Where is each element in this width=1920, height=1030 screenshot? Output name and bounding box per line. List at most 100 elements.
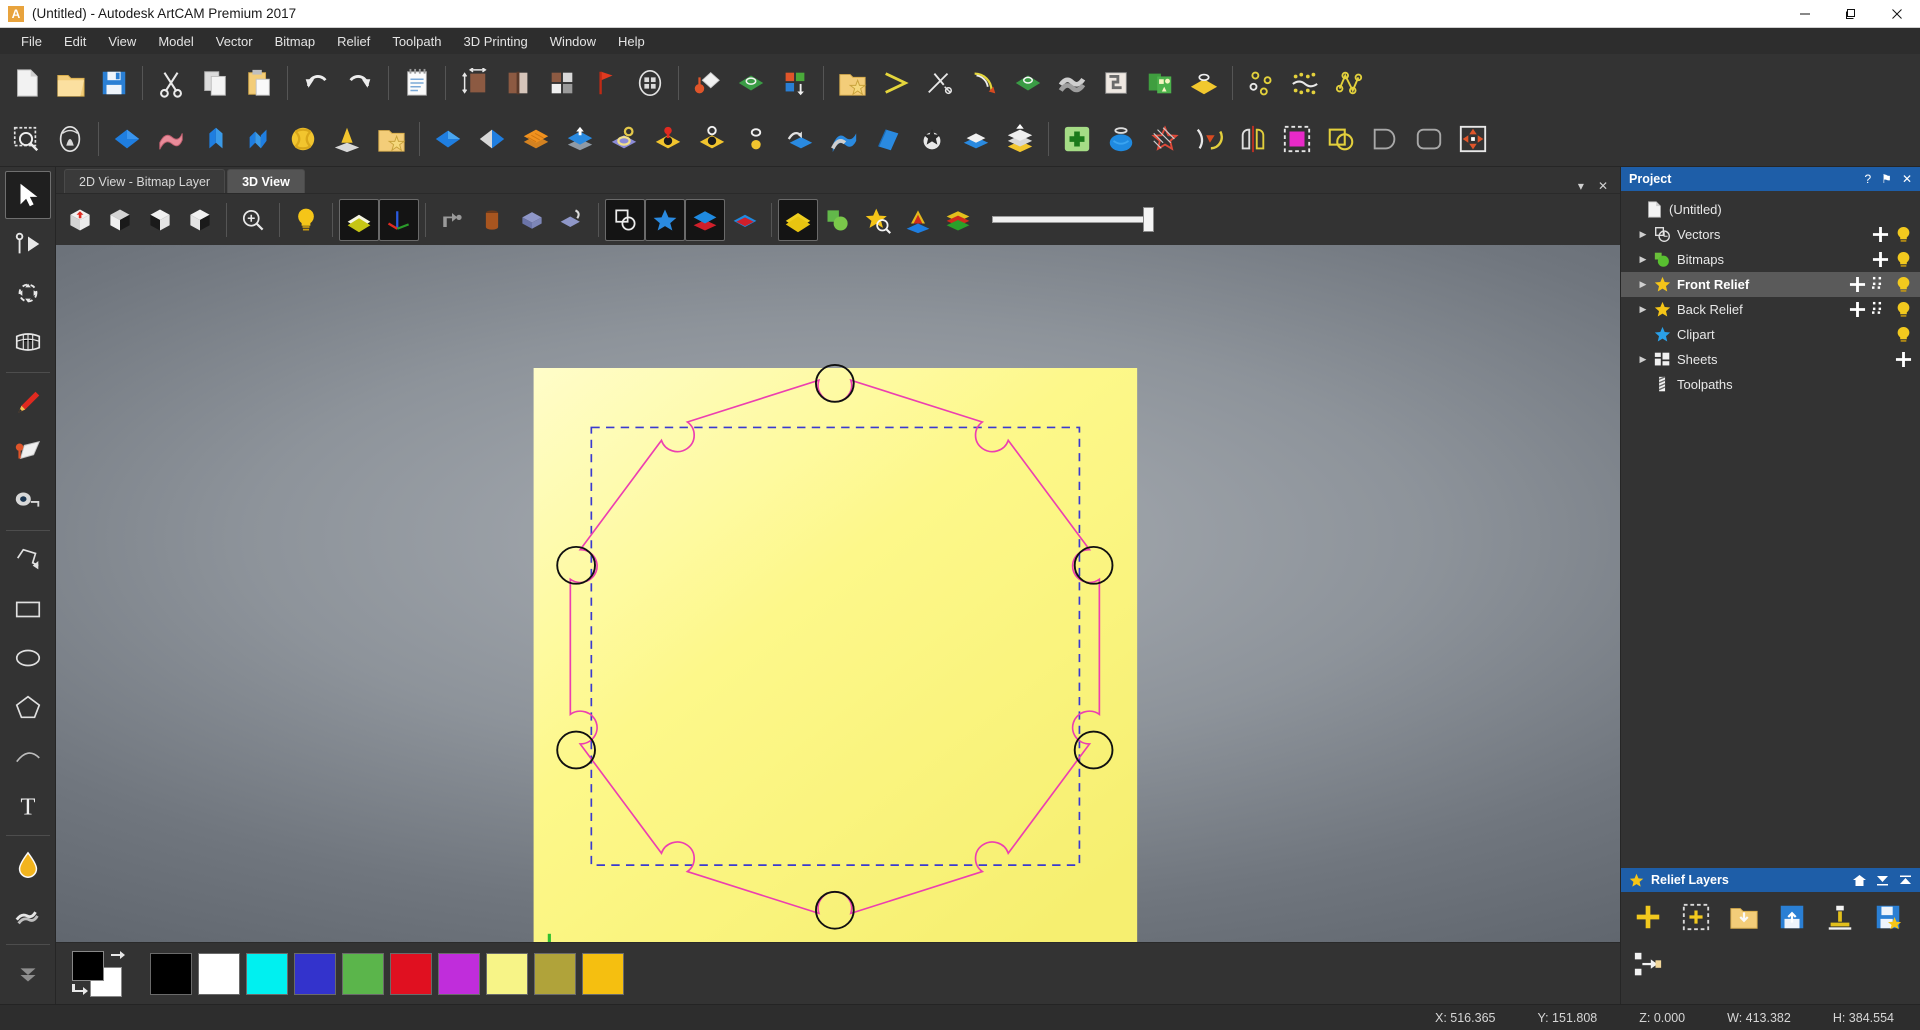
vase-button[interactable]: [1099, 116, 1143, 162]
palette-swatch-green[interactable]: [342, 952, 384, 995]
project-item-untitled[interactable]: (Untitled): [1621, 197, 1920, 222]
expand-arrow[interactable]: ▶: [1635, 254, 1651, 265]
menu-item-bitmap[interactable]: Bitmap: [264, 30, 326, 53]
smooth-relief-button[interactable]: [778, 116, 822, 162]
project-item-toolpaths[interactable]: Toolpaths: [1621, 372, 1920, 397]
visibility-bulb-icon[interactable]: [1895, 301, 1912, 318]
menu-item-view[interactable]: View: [97, 30, 147, 53]
project-item-back-relief[interactable]: ▶ Back Relief: [1621, 297, 1920, 322]
paste-button[interactable]: [237, 60, 281, 106]
add-layer-icon[interactable]: [1849, 276, 1866, 293]
flat-relief-button[interactable]: [954, 116, 998, 162]
stripes-button[interactable]: [514, 116, 558, 162]
fold-relief-button[interactable]: [866, 116, 910, 162]
view-tab-2d[interactable]: 2D View - Bitmap Layer: [64, 169, 226, 193]
dot-button[interactable]: [734, 116, 778, 162]
home-icon[interactable]: [1853, 874, 1866, 886]
vector-trim-button[interactable]: [918, 60, 962, 106]
model-preview-button[interactable]: [628, 60, 672, 106]
foreground-background-colors[interactable]: [70, 950, 128, 997]
model-layers-button[interactable]: [540, 60, 584, 106]
visibility-bulb-icon[interactable]: [1895, 276, 1912, 293]
collapse-down-icon[interactable]: [1876, 875, 1889, 886]
tool-fill-tool[interactable]: [5, 841, 51, 889]
sheet-layout-button[interactable]: [1138, 60, 1182, 106]
move-tool-button[interactable]: [1451, 116, 1495, 162]
menu-item-help[interactable]: Help: [607, 30, 656, 53]
project-close-icon[interactable]: ✕: [1902, 172, 1912, 186]
grid-icon[interactable]: [1872, 276, 1889, 293]
composite-relief-button[interactable]: [778, 198, 818, 241]
expand-arrow[interactable]: ▶: [1635, 304, 1651, 315]
reset-colors-icon[interactable]: [70, 981, 88, 997]
add-layer-button[interactable]: [1631, 900, 1665, 934]
tool-polyline-tool[interactable]: [5, 536, 51, 584]
ring-shape-button[interactable]: [602, 116, 646, 162]
rainbow-button[interactable]: [938, 199, 978, 241]
grid-icon[interactable]: [1872, 301, 1889, 318]
tool-pencil-tool[interactable]: [5, 378, 51, 426]
save-model-button[interactable]: [92, 60, 136, 106]
palette-swatch-cyan[interactable]: [246, 952, 288, 995]
visibility-bulb-icon[interactable]: [1895, 226, 1912, 243]
relief-library-button[interactable]: [369, 116, 413, 162]
palette-swatch-pale-yellow[interactable]: [486, 952, 528, 995]
palette-swatch-gold[interactable]: [582, 952, 624, 995]
visibility-bulb-icon[interactable]: [1895, 251, 1912, 268]
vector-offset-button[interactable]: [874, 60, 918, 106]
front-relief-button[interactable]: [685, 198, 725, 241]
relief-weave-button[interactable]: [281, 116, 325, 162]
palette-swatch-blue[interactable]: [294, 952, 336, 995]
expand-arrow[interactable]: ▶: [1635, 354, 1651, 365]
tool-text-tool[interactable]: T: [5, 781, 51, 829]
create-shape-button[interactable]: [685, 60, 729, 106]
node-edit-points-button[interactable]: [1239, 60, 1283, 106]
tool-node-edit-tool[interactable]: [5, 220, 51, 268]
bend-arrow-button[interactable]: [1187, 116, 1231, 162]
menu-item-window[interactable]: Window: [539, 30, 607, 53]
add-green-button[interactable]: [1055, 116, 1099, 162]
tool-rectangle-tool[interactable]: [5, 585, 51, 633]
project-item-vectors[interactable]: ▶ Vectors: [1621, 222, 1920, 247]
view-tab-3d[interactable]: 3D View: [227, 169, 305, 193]
tool-polygon-tool[interactable]: [5, 683, 51, 731]
add-layer-icon[interactable]: [1849, 301, 1866, 318]
relief-split-button[interactable]: [237, 116, 281, 162]
relief-merge-button[interactable]: [193, 116, 237, 162]
vector-nesting-button[interactable]: [1094, 60, 1138, 106]
bead-button[interactable]: [690, 116, 734, 162]
tool-select-tool[interactable]: [4, 171, 51, 219]
expand-arrow[interactable]: ▶: [1635, 229, 1651, 240]
vector-texture-button[interactable]: [1050, 60, 1094, 106]
close-button[interactable]: [1874, 0, 1920, 28]
green-shape-button[interactable]: [818, 199, 858, 241]
model-thickness-button[interactable]: [496, 60, 540, 106]
maximize-button[interactable]: [1828, 0, 1874, 28]
notes-button[interactable]: [395, 60, 439, 106]
boolean-button[interactable]: [1319, 116, 1363, 162]
view-bottom-button[interactable]: [100, 199, 140, 241]
tool-measure-tool[interactable]: [5, 476, 51, 524]
tool-ellipse-tool[interactable]: [5, 634, 51, 682]
dome-red-button[interactable]: [646, 116, 690, 162]
vector-library-button[interactable]: [830, 60, 874, 106]
vector-extrude-button[interactable]: [1006, 60, 1050, 106]
zero-datum-button[interactable]: [584, 60, 628, 106]
tool-smudge-tool[interactable]: [5, 890, 51, 938]
zoom-clipart-button[interactable]: [858, 199, 898, 241]
model-size-button[interactable]: [452, 60, 496, 106]
relief-layers-button[interactable]: [773, 60, 817, 106]
bitmap-select-button[interactable]: [1275, 116, 1319, 162]
tool-paint-tool[interactable]: [5, 427, 51, 475]
palette-swatch-magenta[interactable]: [438, 952, 480, 995]
tool-more-tools-chevron[interactable]: [5, 950, 51, 998]
project-item-bitmaps[interactable]: ▶ Bitmaps: [1621, 247, 1920, 272]
view-top-button[interactable]: [60, 199, 100, 241]
view-iso-left-button[interactable]: [140, 199, 180, 241]
extrude-button[interactable]: [729, 60, 773, 106]
blue-block-button[interactable]: [512, 199, 552, 241]
tool-plate-button[interactable]: [1182, 60, 1226, 106]
tool-arc-tool[interactable]: [5, 732, 51, 780]
project-pin-icon[interactable]: ⚑: [1881, 172, 1892, 186]
back-relief-button[interactable]: [725, 199, 765, 241]
